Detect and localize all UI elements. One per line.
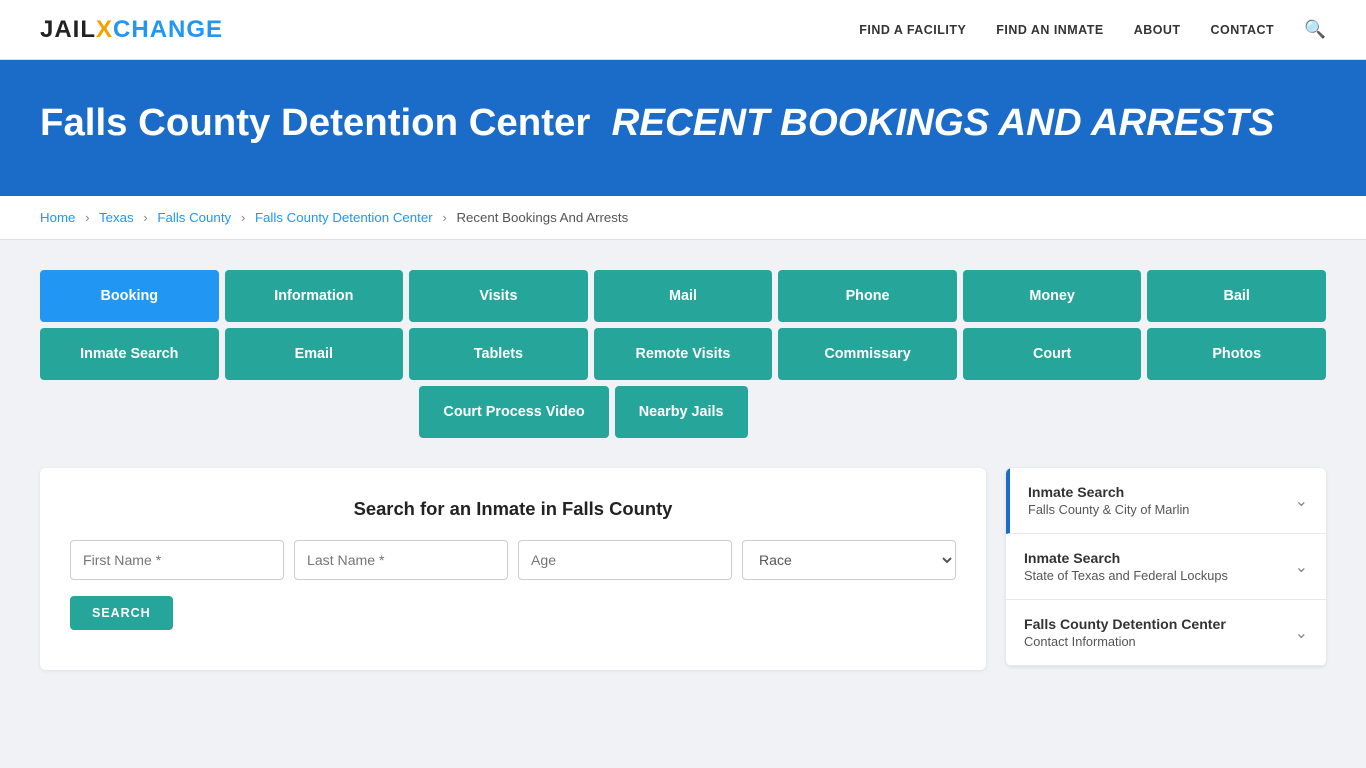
sidebar-item-3-text: Falls County Detention Center Contact In… [1024, 616, 1226, 649]
btn-phone[interactable]: Phone [778, 270, 957, 322]
hero-section: Falls County Detention Center RECENT BOO… [0, 60, 1366, 196]
breadcrumb-facility[interactable]: Falls County Detention Center [255, 210, 433, 225]
nav-find-facility[interactable]: FIND A FACILITY [859, 23, 966, 37]
chevron-down-icon-3: ⌄ [1295, 623, 1308, 643]
logo-x-text: X [96, 16, 113, 44]
breadcrumb: Home › Texas › Falls County › Falls Coun… [0, 196, 1366, 240]
sidebar-item-1-sub: Falls County & City of Marlin [1028, 502, 1189, 517]
sidebar-item-2-title: Inmate Search [1024, 550, 1228, 566]
nav-about[interactable]: ABOUT [1134, 23, 1181, 37]
sidebar-item-3-title: Falls County Detention Center [1024, 616, 1226, 632]
btn-tablets[interactable]: Tablets [409, 328, 588, 380]
button-row-3: Court Process Video Nearby Jails [40, 386, 1326, 438]
sidebar-item-2[interactable]: Inmate Search State of Texas and Federal… [1006, 534, 1326, 600]
chevron-down-icon: ⌄ [1295, 491, 1308, 511]
hero-heading: Falls County Detention Center RECENT BOO… [40, 100, 1326, 146]
btn-inmate-search[interactable]: Inmate Search [40, 328, 219, 380]
btn-court[interactable]: Court [963, 328, 1142, 380]
hero-title-italic: RECENT BOOKINGS AND ARRESTS [612, 101, 1275, 144]
btn-information[interactable]: Information [225, 270, 404, 322]
sidebar-item-3-sub: Contact Information [1024, 634, 1226, 649]
btn-visits[interactable]: Visits [409, 270, 588, 322]
btn-photos[interactable]: Photos [1147, 328, 1326, 380]
search-button[interactable]: SEARCH [70, 596, 173, 630]
sidebar-item-3[interactable]: Falls County Detention Center Contact In… [1006, 600, 1326, 666]
nav-find-inmate[interactable]: FIND AN INMATE [996, 23, 1103, 37]
last-name-input[interactable] [294, 540, 508, 580]
btn-email[interactable]: Email [225, 328, 404, 380]
nav-contact[interactable]: CONTACT [1211, 23, 1275, 37]
breadcrumb-falls-county[interactable]: Falls County [157, 210, 231, 225]
button-row-2: Inmate Search Email Tablets Remote Visit… [40, 328, 1326, 380]
btn-remote-visits[interactable]: Remote Visits [594, 328, 773, 380]
chevron-down-icon-2: ⌄ [1295, 557, 1308, 577]
lower-section: Search for an Inmate in Falls County Rac… [40, 468, 1326, 670]
button-row-1: Booking Information Visits Mail Phone Mo… [40, 270, 1326, 322]
breadcrumb-current: Recent Bookings And Arrests [456, 210, 628, 225]
race-select[interactable]: Race [742, 540, 956, 580]
btn-booking[interactable]: Booking [40, 270, 219, 322]
sidebar: Inmate Search Falls County & City of Mar… [1006, 468, 1326, 666]
sidebar-item-2-sub: State of Texas and Federal Lockups [1024, 568, 1228, 583]
navbar: JAILXCHANGE FIND A FACILITY FIND AN INMA… [0, 0, 1366, 60]
btn-court-process-video[interactable]: Court Process Video [419, 386, 608, 438]
breadcrumb-texas[interactable]: Texas [99, 210, 134, 225]
logo-change-text: CHANGE [113, 16, 223, 44]
sidebar-item-1-title: Inmate Search [1028, 484, 1189, 500]
btn-mail[interactable]: Mail [594, 270, 773, 322]
sidebar-item-2-text: Inmate Search State of Texas and Federal… [1024, 550, 1228, 583]
btn-commissary[interactable]: Commissary [778, 328, 957, 380]
age-input[interactable] [518, 540, 732, 580]
first-name-input[interactable] [70, 540, 284, 580]
logo-jail-text: JAIL [40, 16, 96, 44]
breadcrumb-home[interactable]: Home [40, 210, 75, 225]
site-logo[interactable]: JAILXCHANGE [40, 16, 223, 44]
hero-title-main: Falls County Detention Center [40, 101, 590, 144]
btn-bail[interactable]: Bail [1147, 270, 1326, 322]
sidebar-item-1[interactable]: Inmate Search Falls County & City of Mar… [1006, 468, 1326, 534]
sidebar-item-1-text: Inmate Search Falls County & City of Mar… [1028, 484, 1189, 517]
inmate-search-box: Search for an Inmate in Falls County Rac… [40, 468, 986, 670]
nav-links: FIND A FACILITY FIND AN INMATE ABOUT CON… [859, 19, 1326, 40]
main-area: Booking Information Visits Mail Phone Mo… [0, 240, 1366, 700]
btn-money[interactable]: Money [963, 270, 1142, 322]
btn-nearby-jails[interactable]: Nearby Jails [615, 386, 748, 438]
search-icon[interactable]: 🔍 [1304, 19, 1326, 40]
search-fields: Race [70, 540, 956, 580]
search-heading: Search for an Inmate in Falls County [70, 498, 956, 520]
